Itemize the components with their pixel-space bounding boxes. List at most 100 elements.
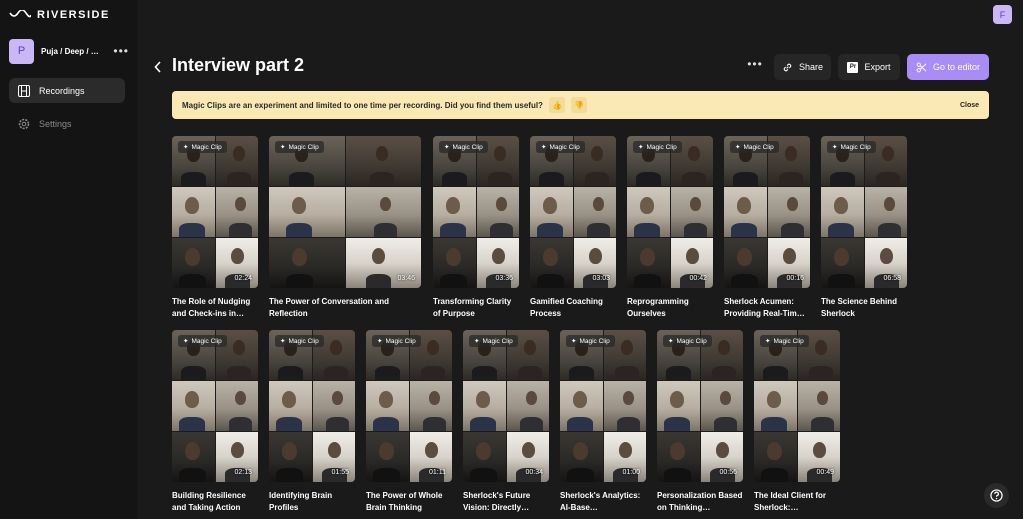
video-frame	[409, 381, 452, 431]
clip-title[interactable]: The Role of Nudging and Check-ins in…	[172, 296, 258, 320]
clip-thumbnail[interactable]: ✦ Magic Clip 01:55	[269, 330, 355, 482]
clip-duration: 06:58	[883, 275, 901, 282]
clip-card[interactable]: ✦ Magic Clip 00:34 Sherlock's Future Vision…	[463, 330, 549, 514]
video-frame	[560, 381, 603, 431]
clip-duration: 01:55	[331, 469, 349, 476]
sidebar-item-settings[interactable]: Settings	[9, 111, 125, 136]
clip-duration: 03:46	[397, 275, 415, 282]
video-frame	[172, 238, 215, 288]
go-to-editor-button[interactable]: Go to editor	[907, 54, 989, 80]
back-button[interactable]	[152, 60, 164, 74]
video-frame	[627, 187, 670, 237]
workspace-switcher[interactable]: P Puja / Deep / Fei… •••	[9, 38, 129, 64]
clip-duration: 01:11	[429, 469, 446, 476]
sparkle-icon: ✦	[474, 338, 480, 345]
help-button[interactable]	[984, 483, 1009, 508]
editor-label: Go to editor	[932, 62, 981, 72]
thumbs-down-button[interactable]: 👎	[570, 97, 587, 113]
video-frame	[724, 187, 767, 237]
clip-thumbnail[interactable]: ✦ Magic Clip 03:03	[530, 136, 616, 288]
clip-thumbnail[interactable]: ✦ Magic Clip 00:42	[627, 136, 713, 288]
video-frame	[312, 381, 355, 431]
clip-title[interactable]: Sherlock's Analytics: AI-Base…	[560, 490, 646, 514]
clip-thumbnail[interactable]: ✦ Magic Clip 00:56	[657, 330, 743, 482]
sparkle-icon: ✦	[735, 144, 741, 151]
banner-close-button[interactable]: Close	[960, 102, 979, 109]
clip-card[interactable]: ✦ Magic Clip 01:55 Identifying Brain Profil…	[269, 330, 355, 514]
clip-card[interactable]: ✦ Magic Clip 02:13 Building Resilience and …	[172, 330, 258, 514]
clip-title[interactable]: Personalization Based on Thinking…	[657, 490, 743, 514]
video-frame	[269, 432, 312, 482]
clip-title[interactable]: Sherlock Acumen: Providing Real-Tim…	[724, 296, 810, 320]
magic-clip-badge: ✦ Magic Clip	[372, 335, 421, 347]
video-frame	[269, 187, 345, 237]
workspace-more-icon[interactable]: •••	[113, 44, 129, 58]
clip-title[interactable]: Building Resilience and Taking Action	[172, 490, 258, 514]
thumbnail-collage	[657, 330, 743, 482]
clip-card[interactable]: ✦ Magic Clip 06:58 The Science Behind Sherl…	[821, 136, 907, 320]
thumbnail-collage	[627, 136, 713, 288]
clip-card[interactable]: ✦ Magic Clip 03:03 Gamified Coaching Proces…	[530, 136, 616, 320]
clip-card[interactable]: ✦ Magic Clip 02:24 The Role of Nudging and …	[172, 136, 258, 320]
magic-clip-badge: ✦ Magic Clip	[566, 335, 615, 347]
sidebar-item-label: Recordings	[39, 85, 85, 96]
clip-thumbnail[interactable]: ✦ Magic Clip 00:34	[463, 330, 549, 482]
clip-duration: 02:24	[234, 275, 252, 282]
clip-card[interactable]: ✦ Magic Clip 00:56 Personalization Based on…	[657, 330, 743, 514]
riverside-logo[interactable]: RIVERSIDE	[9, 9, 110, 21]
thumbnail-collage	[269, 136, 421, 288]
magic-clip-badge: ✦ Magic Clip	[178, 141, 227, 153]
thumbnail-collage	[821, 136, 907, 288]
clip-title[interactable]: The Power of Whole Brain Thinking	[366, 490, 452, 514]
clip-card[interactable]: ✦ Magic Clip 00:16 Sherlock Acumen: Providi…	[724, 136, 810, 320]
clip-thumbnail[interactable]: ✦ Magic Clip 01:11	[366, 330, 452, 482]
clip-title[interactable]: The Power of Conversation and Reflection	[269, 296, 421, 320]
magic-clip-badge: ✦ Magic Clip	[469, 335, 518, 347]
clip-card[interactable]: ✦ Magic Clip 00:42 Reprogramming Ourselves	[627, 136, 713, 320]
clip-title[interactable]: Identifying Brain Profiles	[269, 490, 355, 514]
clip-duration: 00:49	[816, 469, 834, 476]
badge-label: Magic Clip	[191, 143, 222, 151]
question-icon	[990, 489, 1003, 502]
clip-card[interactable]: ✦ Magic Clip 01:00 Sherlock's Analytics: AI…	[560, 330, 646, 514]
sidebar-item-recordings[interactable]: Recordings	[9, 78, 125, 103]
thumbnail-collage	[560, 330, 646, 482]
clip-title[interactable]: Sherlock's Future Vision: Directly…	[463, 490, 549, 514]
thumbnail-collage	[366, 330, 452, 482]
gear-icon	[18, 118, 30, 130]
video-frame	[700, 381, 743, 431]
clip-thumbnail[interactable]: ✦ Magic Clip 00:49	[754, 330, 840, 482]
sparkle-icon: ✦	[280, 144, 286, 151]
clip-thumbnail[interactable]: ✦ Magic Clip 02:13	[172, 330, 258, 482]
clip-title[interactable]: The Ideal Client for Sherlock:…	[754, 490, 840, 514]
clip-title[interactable]: Gamified Coaching Process	[530, 296, 616, 320]
clip-card[interactable]: ✦ Magic Clip 01:11 The Power of Whole Brain…	[366, 330, 452, 514]
badge-label: Magic Clip	[288, 337, 319, 345]
clip-thumbnail[interactable]: ✦ Magic Clip 01:00	[560, 330, 646, 482]
user-avatar[interactable]: F	[993, 5, 1012, 24]
clip-thumbnail[interactable]: ✦ Magic Clip 02:24	[172, 136, 258, 288]
thumbnail-collage	[530, 136, 616, 288]
clip-thumbnail[interactable]: ✦ Magic Clip 00:16	[724, 136, 810, 288]
clip-title[interactable]: Transforming Clarity of Purpose	[433, 296, 519, 320]
clip-card[interactable]: ✦ Magic Clip 03:36 Transforming Clarity of …	[433, 136, 519, 320]
clip-title[interactable]: Reprogramming Ourselves	[627, 296, 713, 320]
clip-card[interactable]: ✦ Magic Clip 03:46 The Power of Conversatio…	[269, 136, 421, 320]
export-button[interactable]: Pr Export	[838, 54, 900, 80]
video-frame	[530, 187, 573, 237]
clip-thumbnail[interactable]: ✦ Magic Clip 03:36	[433, 136, 519, 288]
clip-card[interactable]: ✦ Magic Clip 00:49 The Ideal Client for She…	[754, 330, 840, 514]
clip-duration: 00:34	[525, 469, 543, 476]
clip-thumbnail[interactable]: ✦ Magic Clip 06:58	[821, 136, 907, 288]
magic-clip-badge: ✦ Magic Clip	[760, 335, 809, 347]
clip-duration: 00:56	[719, 469, 737, 476]
wave-logo-icon	[9, 10, 31, 18]
sparkle-icon: ✦	[832, 144, 838, 151]
chevron-left-icon	[154, 61, 161, 73]
thumbs-up-button[interactable]: 👍	[548, 97, 565, 113]
more-options-icon[interactable]: •••	[746, 58, 764, 73]
share-button[interactable]: Share	[774, 54, 831, 80]
video-frame	[269, 238, 345, 288]
clip-thumbnail[interactable]: ✦ Magic Clip 03:46	[269, 136, 421, 288]
clip-title[interactable]: The Science Behind Sherlock	[821, 296, 907, 320]
